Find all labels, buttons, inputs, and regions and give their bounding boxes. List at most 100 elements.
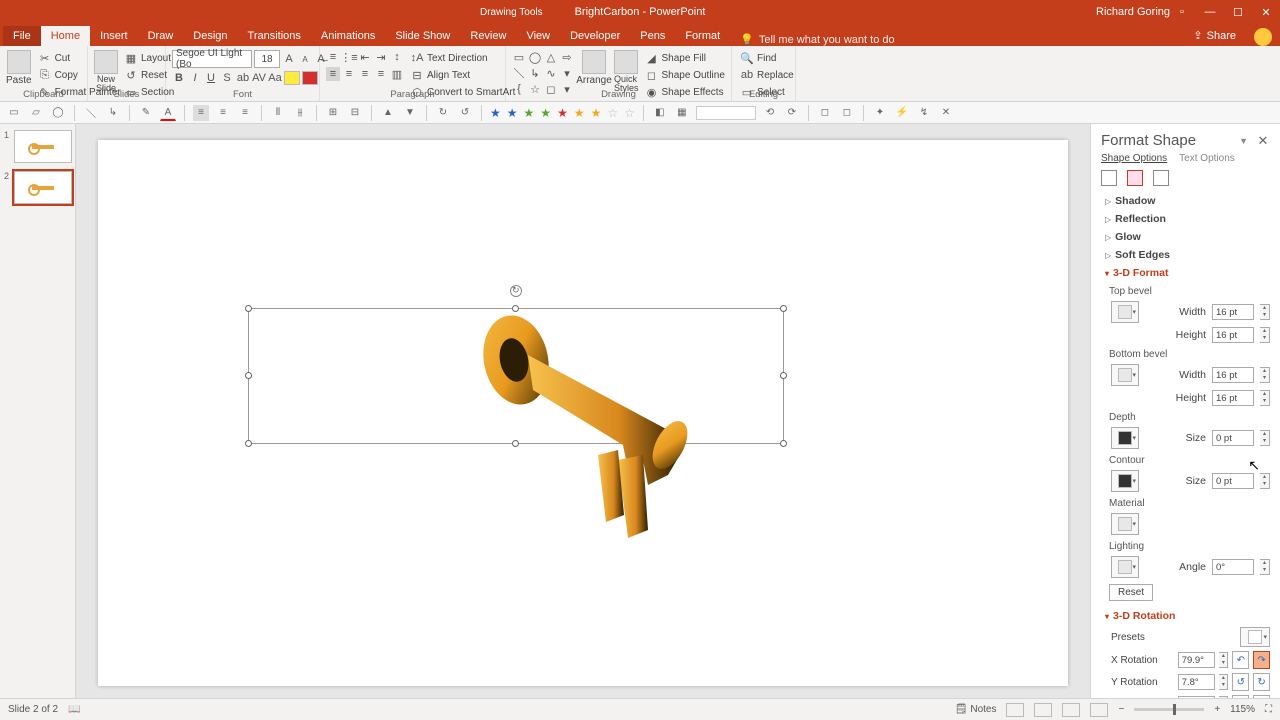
pane-dropdown-icon[interactable]: ▼ [1239, 136, 1248, 146]
replace-button[interactable]: abReplace [738, 67, 796, 83]
zrot-input[interactable]: 3.7° [1178, 696, 1216, 698]
qat-misc4[interactable]: ⟳ [784, 105, 800, 121]
qat-rot1[interactable]: ↻ [435, 105, 451, 121]
tab-review[interactable]: Review [460, 26, 516, 46]
zrot-spin[interactable]: ▴▾ [1219, 696, 1228, 698]
slide-canvas[interactable] [76, 124, 1090, 698]
bb-width-spin[interactable]: ▴▾ [1260, 367, 1270, 383]
case-icon[interactable]: Aa [268, 71, 282, 85]
reading-view-icon[interactable] [1062, 703, 1080, 717]
tb-width-spin[interactable]: ▴▾ [1260, 304, 1270, 320]
tb-height-spin[interactable]: ▴▾ [1260, 327, 1270, 343]
qat-crop2[interactable]: ◻ [839, 105, 855, 121]
tab-format[interactable]: Format [675, 26, 730, 46]
qat-group[interactable]: ⊞ [325, 105, 341, 121]
grow-font-icon[interactable]: A [282, 52, 296, 66]
find-button[interactable]: 🔍Find [738, 50, 796, 66]
qat-align1[interactable]: ≡ [193, 105, 209, 121]
handle-tl[interactable] [245, 305, 252, 312]
shape-fill-button[interactable]: ◢Shape Fill [643, 50, 727, 66]
tab-animations[interactable]: Animations [311, 26, 385, 46]
qat-front[interactable]: ▲ [380, 105, 396, 121]
handle-tr[interactable] [780, 305, 787, 312]
handle-ml[interactable] [245, 372, 252, 379]
tb-height-input[interactable]: 16 pt [1212, 327, 1254, 343]
shape-outline-button[interactable]: ◻Shape Outline [643, 67, 727, 83]
handle-mr[interactable] [780, 372, 787, 379]
text-options-tab[interactable]: Text Options [1179, 153, 1235, 164]
shape-rect-icon[interactable]: ▭ [512, 50, 526, 64]
shadow-icon[interactable]: ab [236, 71, 250, 85]
text-direction-button[interactable]: ↕AText Direction [408, 50, 517, 66]
notes-button[interactable]: 🗒 Notes [955, 704, 997, 715]
slideshow-view-icon[interactable] [1090, 703, 1108, 717]
shape-more-icon[interactable]: ▾ [560, 66, 574, 80]
fit-icon[interactable]: ⛶ [1265, 704, 1272, 715]
zoom-in-icon[interactable]: + [1214, 704, 1220, 715]
star-green-icon[interactable]: ★ [524, 106, 535, 120]
shape-line-icon[interactable]: ＼ [512, 66, 526, 80]
yrot-up-button[interactable]: ↺ [1232, 673, 1249, 691]
handle-br[interactable] [780, 440, 787, 447]
qat-back[interactable]: ▼ [402, 105, 418, 121]
tab-home[interactable]: Home [41, 26, 90, 46]
paste-button[interactable]: Paste [6, 50, 32, 86]
shape-oval-icon[interactable]: ◯ [528, 50, 542, 64]
qat-anim3[interactable]: ↯ [916, 105, 932, 121]
strike-icon[interactable]: S [220, 71, 234, 85]
star-blue2-icon[interactable]: ★ [507, 106, 518, 120]
tab-file[interactable]: File [3, 26, 41, 46]
section-shadow[interactable]: ▷Shadow [1105, 192, 1270, 210]
minimize-icon[interactable]: — [1196, 0, 1224, 24]
bb-height-spin[interactable]: ▴▾ [1260, 390, 1270, 406]
qat-anim4[interactable]: ✕ [938, 105, 954, 121]
linespace-icon[interactable]: ↕ [390, 50, 404, 64]
new-slide-button[interactable]: New Slide [94, 50, 118, 93]
qat-pen[interactable]: ✎ [138, 105, 154, 121]
section-glow[interactable]: ▷Glow [1105, 228, 1270, 246]
spacing-icon[interactable]: AV [252, 71, 266, 85]
ribbon-options-icon[interactable]: ▫ [1168, 0, 1196, 24]
section-3d-format[interactable]: ▾3-D Format [1105, 264, 1270, 282]
qat-shape1[interactable]: ▭ [6, 105, 22, 121]
shape-curve-icon[interactable]: ∿ [544, 66, 558, 80]
align-right-icon[interactable]: ≡ [358, 67, 372, 81]
qat-line[interactable]: ＼ [83, 105, 99, 121]
tb-width-input[interactable]: 16 pt [1212, 304, 1254, 320]
tab-developer[interactable]: Developer [560, 26, 630, 46]
contour-size-input[interactable]: 0 pt [1212, 473, 1254, 489]
reset-3d-button[interactable]: Reset [1109, 584, 1153, 601]
effects-pane-icon[interactable] [1127, 170, 1143, 186]
arrange-button[interactable]: Arrange [578, 50, 610, 86]
maximize-icon[interactable]: ☐ [1224, 0, 1252, 24]
tab-slideshow[interactable]: Slide Show [385, 26, 460, 46]
qat-shape2[interactable]: ▱ [28, 105, 44, 121]
thumbnail-2[interactable]: 2 [4, 171, 71, 204]
yrot-input[interactable]: 7.8° [1178, 674, 1216, 690]
quick-styles-button[interactable]: Quick Styles [614, 50, 639, 93]
sorter-view-icon[interactable] [1034, 703, 1052, 717]
feedback-icon[interactable] [1254, 28, 1272, 46]
tab-transitions[interactable]: Transitions [238, 26, 311, 46]
zoom-slider[interactable] [1134, 708, 1204, 711]
star-red-icon[interactable]: ★ [557, 106, 568, 120]
zrot-cw-button[interactable]: ⟳ [1253, 695, 1270, 698]
qat-misc1[interactable]: ◧ [652, 105, 668, 121]
shape-tri-icon[interactable]: △ [544, 50, 558, 64]
star-grey2-icon[interactable]: ☆ [624, 106, 635, 120]
lighting-angle-spin[interactable]: ▴▾ [1260, 559, 1270, 575]
star-blue-icon[interactable]: ★ [490, 106, 501, 120]
font-name-input[interactable]: Segoe UI Light (Bo [172, 50, 252, 68]
qat-align3[interactable]: ≡ [237, 105, 253, 121]
tab-pens[interactable]: Pens [630, 26, 675, 46]
italic-icon[interactable]: I [188, 71, 202, 85]
yrot-spin[interactable]: ▴▾ [1219, 674, 1228, 690]
qat-conn[interactable]: ↳ [105, 105, 121, 121]
material-preset[interactable] [1111, 513, 1139, 535]
shape-conn-icon[interactable]: ↳ [528, 66, 542, 80]
xrot-right-button[interactable]: ↷ [1253, 651, 1270, 669]
outdent-icon[interactable]: ⇤ [358, 50, 372, 64]
contour-size-spin[interactable]: ▴▾ [1260, 473, 1270, 489]
font-color-swatch[interactable] [302, 71, 318, 85]
columns-icon[interactable]: ▥ [390, 67, 404, 81]
